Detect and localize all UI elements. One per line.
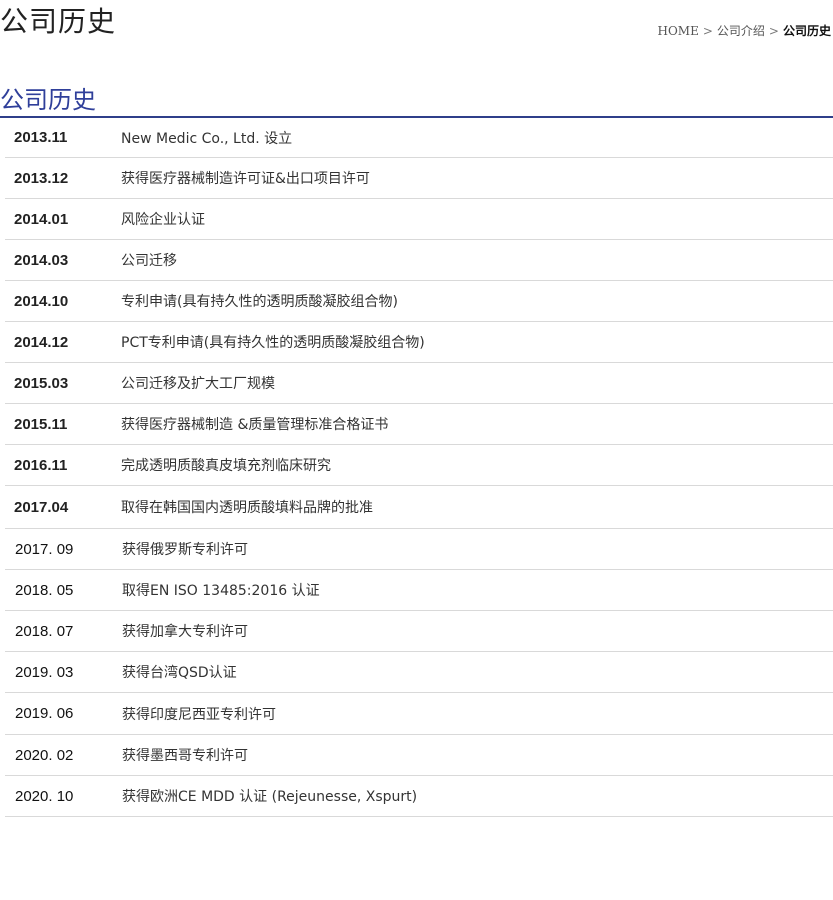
history-event: 获得台湾QSD认证 xyxy=(122,665,237,681)
history-date: 2014.03 xyxy=(14,251,69,269)
history-row: 2014.10 专利申请(具有持久性的透明质酸凝胶组合物) xyxy=(5,281,833,322)
history-date: 2017. 09 xyxy=(15,540,74,558)
history-event: PCT专利申请(具有持久性的透明质酸凝胶组合物) xyxy=(121,335,425,351)
history-row: 2020. 10 获得欧洲CE MDD 认证 (Rejeunesse, Xspu… xyxy=(5,776,833,817)
breadcrumb: HOME > 公司介绍 > 公司历史 xyxy=(657,23,831,39)
history-date: 2016.11 xyxy=(14,456,68,474)
history-date: 2015.03 xyxy=(14,374,69,392)
breadcrumb-home-link[interactable]: HOME xyxy=(657,24,698,38)
history-event: 风险企业认证 xyxy=(121,212,205,228)
history-date: 2014.12 xyxy=(14,333,69,351)
history-row: 2015.11 获得医疗器械制造 &质量管理标准合格证书 xyxy=(5,404,833,445)
history-date: 2013.11 xyxy=(14,129,68,146)
history-event: 专利申请(具有持久性的透明质酸凝胶组合物) xyxy=(121,294,398,310)
history-date: 2018. 05 xyxy=(15,581,74,599)
history-event: 获得加拿大专利许可 xyxy=(122,624,248,640)
history-list: 2013.11 New Medic Co., Ltd. 设立 2013.12 获… xyxy=(5,118,833,817)
history-event: 公司迁移及扩大工厂规模 xyxy=(121,376,275,392)
history-row: 2017.04 取得在韩国国内透明质酸填料品牌的批准 xyxy=(5,486,833,529)
history-event: 公司迁移 xyxy=(121,253,177,269)
history-event: 获得俄罗斯专利许可 xyxy=(122,542,248,558)
history-date: 2020. 02 xyxy=(15,746,74,764)
history-row: 2018. 05 取得EN ISO 13485:2016 认证 xyxy=(5,570,833,611)
section-title: 公司历史 xyxy=(0,86,96,114)
history-event: 完成透明质酸真皮填充剂临床研究 xyxy=(121,458,331,474)
history-date: 2015.11 xyxy=(14,415,68,433)
history-row: 2019. 03 获得台湾QSD认证 xyxy=(5,652,833,693)
history-date: 2014.01 xyxy=(14,210,69,228)
history-row: 2019. 06 获得印度尼西亚专利许可 xyxy=(5,693,833,735)
history-row: 2013.12 获得医疗器械制造许可证&出口项目许可 xyxy=(5,158,833,199)
breadcrumb-current: 公司历史 xyxy=(782,24,831,38)
history-row: 2016.11 完成透明质酸真皮填充剂临床研究 xyxy=(5,445,833,486)
history-event: 获得医疗器械制造许可证&出口项目许可 xyxy=(121,171,370,187)
history-row: 2013.11 New Medic Co., Ltd. 设立 xyxy=(5,118,833,158)
history-row: 2014.03 公司迁移 xyxy=(5,240,833,281)
history-date: 2018. 07 xyxy=(15,622,74,640)
history-event: 取得在韩国国内透明质酸填料品牌的批准 xyxy=(121,500,373,516)
history-row: 2018. 07 获得加拿大专利许可 xyxy=(5,611,833,652)
breadcrumb-separator: > xyxy=(768,24,779,38)
page-title: 公司历史 xyxy=(0,5,117,38)
breadcrumb-separator: > xyxy=(702,24,713,38)
history-event: 获得医疗器械制造 &质量管理标准合格证书 xyxy=(121,417,389,433)
history-row: 2017. 09 获得俄罗斯专利许可 xyxy=(5,529,833,570)
history-date: 2019. 03 xyxy=(15,663,74,681)
history-event: 获得欧洲CE MDD 认证 (Rejeunesse, Xspurt) xyxy=(122,789,418,805)
history-event: 取得EN ISO 13485:2016 认证 xyxy=(122,583,320,599)
breadcrumb-company-intro-link[interactable]: 公司介绍 xyxy=(717,24,765,38)
history-date: 2019. 06 xyxy=(15,705,74,722)
history-row: 2014.12 PCT专利申请(具有持久性的透明质酸凝胶组合物) xyxy=(5,322,833,363)
history-event: New Medic Co., Ltd. 设立 xyxy=(121,130,293,147)
history-event: 获得印度尼西亚专利许可 xyxy=(122,706,276,723)
history-row: 2014.01 风险企业认证 xyxy=(5,199,833,240)
history-date: 2013.12 xyxy=(14,169,69,187)
history-date: 2017.04 xyxy=(14,498,69,516)
history-date: 2020. 10 xyxy=(15,787,74,805)
history-row: 2015.03 公司迁移及扩大工厂规模 xyxy=(5,363,833,404)
history-event: 获得墨西哥专利许可 xyxy=(122,748,248,764)
history-row: 2020. 02 获得墨西哥专利许可 xyxy=(5,735,833,776)
history-date: 2014.10 xyxy=(14,292,69,310)
page: 公司历史 HOME > 公司介绍 > 公司历史 公司历史 2013.11 New Med… xyxy=(0,0,833,900)
